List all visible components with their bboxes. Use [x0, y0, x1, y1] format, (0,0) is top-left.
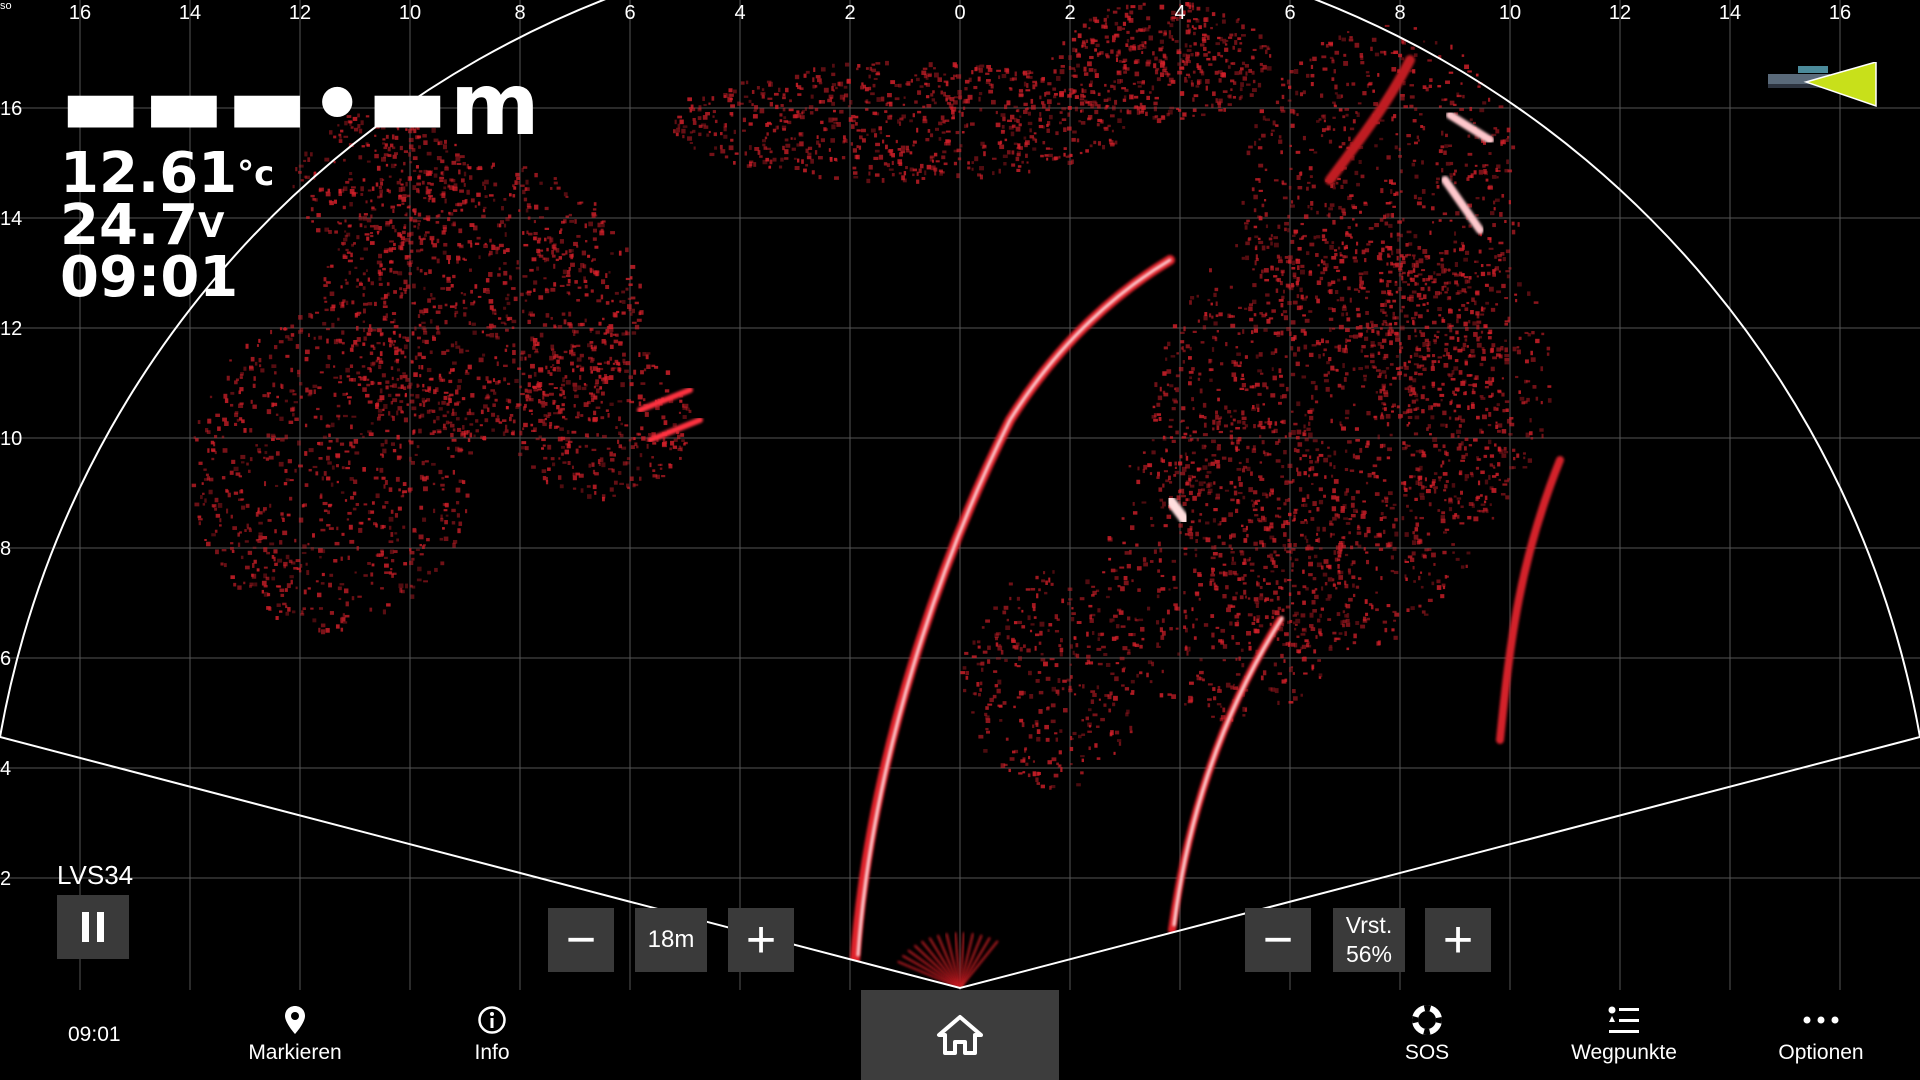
top-axis-tick: 2 — [844, 2, 855, 24]
temperature-unit: °c — [237, 154, 275, 194]
top-axis-tick: 6 — [624, 2, 635, 24]
mark-button[interactable]: Markieren — [210, 990, 380, 1080]
top-axis-tick: 16 — [1829, 2, 1851, 24]
top-axis-tick: 12 — [1609, 2, 1631, 24]
info-button[interactable]: Info — [407, 990, 577, 1080]
top-axis-tick: 10 — [399, 2, 421, 24]
corner-label: so — [0, 0, 12, 12]
home-button[interactable] — [861, 990, 1059, 1080]
mark-label: Markieren — [248, 1041, 342, 1064]
left-axis-tick: 8 — [0, 538, 11, 560]
minus-icon: − — [565, 911, 597, 969]
waypoints-list-icon — [1608, 1006, 1639, 1033]
options-button[interactable]: Optionen — [1736, 990, 1906, 1080]
top-axis-tick: 8 — [514, 2, 525, 24]
more-icon — [1803, 1016, 1839, 1024]
top-axis-tick: 12 — [289, 2, 311, 24]
sos-label: SOS — [1404, 1041, 1450, 1064]
waypoints-label: Wegpunkte — [1571, 1041, 1677, 1064]
range-value: 18m — [635, 908, 707, 972]
range-increase-button[interactable]: + — [728, 908, 794, 972]
top-axis-labels: 16 14 12 10 8 6 4 2 0 2 4 6 8 10 12 14 16 — [69, 2, 1851, 24]
left-axis-tick: 6 — [0, 648, 11, 670]
left-axis-tick: 16 — [0, 98, 22, 120]
top-axis-tick: 4 — [1174, 2, 1185, 24]
depth-value: ▬▬▬•▬m — [60, 55, 542, 155]
top-axis-tick: 8 — [1394, 2, 1405, 24]
plus-icon: + — [1442, 911, 1474, 969]
home-icon — [937, 1015, 983, 1055]
waypoints-button[interactable]: Wegpunkte — [1539, 990, 1709, 1080]
left-axis-tick: 12 — [0, 318, 22, 340]
lifebuoy-icon — [1412, 1005, 1442, 1035]
left-axis-tick: 10 — [0, 428, 22, 450]
options-label: Optionen — [1778, 1041, 1864, 1064]
pause-button[interactable] — [57, 895, 129, 959]
gain-percent: 56% — [1345, 941, 1393, 967]
map-pin-icon — [285, 1006, 305, 1034]
status-clock: 09:01 — [68, 1023, 121, 1046]
source-label: LVS34 — [57, 860, 134, 890]
left-axis-labels: 16 14 12 10 8 6 4 2 — [0, 98, 22, 890]
top-axis-tick: 14 — [1719, 2, 1741, 24]
top-axis-tick: 2 — [1064, 2, 1075, 24]
bottom-bar: 09:01 Markieren Info SOS Wegpunkte Optio… — [0, 990, 1920, 1080]
gain-label: Vrst. — [1345, 912, 1393, 938]
transducer-direction-icon — [1768, 62, 1877, 108]
top-axis-tick: 10 — [1499, 2, 1521, 24]
pause-icon-bar — [97, 912, 104, 942]
left-axis-tick: 4 — [0, 758, 11, 780]
top-axis-tick: 6 — [1284, 2, 1295, 24]
gain-value: Vrst. 56% — [1333, 908, 1405, 972]
gain-increase-button[interactable]: + — [1425, 908, 1491, 972]
top-axis-tick: 14 — [179, 2, 201, 24]
info-label: Info — [474, 1041, 510, 1064]
top-axis-tick: 0 — [954, 2, 965, 24]
clock-readout: 09:01 — [60, 245, 239, 310]
pause-icon — [82, 912, 89, 942]
info-icon — [478, 1006, 506, 1034]
minus-icon: − — [1262, 911, 1294, 969]
range-decrease-button[interactable]: − — [548, 908, 614, 972]
voltage-unit: V — [198, 206, 225, 246]
gain-decrease-button[interactable]: − — [1245, 908, 1311, 972]
plus-icon: + — [745, 911, 777, 969]
left-axis-tick: 14 — [0, 208, 22, 230]
left-axis-tick: 2 — [0, 868, 11, 890]
depth-readout-panel: ▬▬▬•▬m 12.61°c 24.7V 09:01 — [60, 55, 542, 310]
top-axis-tick: 16 — [69, 2, 91, 24]
sos-button[interactable]: SOS — [1342, 990, 1512, 1080]
top-axis-tick: 4 — [734, 2, 745, 24]
